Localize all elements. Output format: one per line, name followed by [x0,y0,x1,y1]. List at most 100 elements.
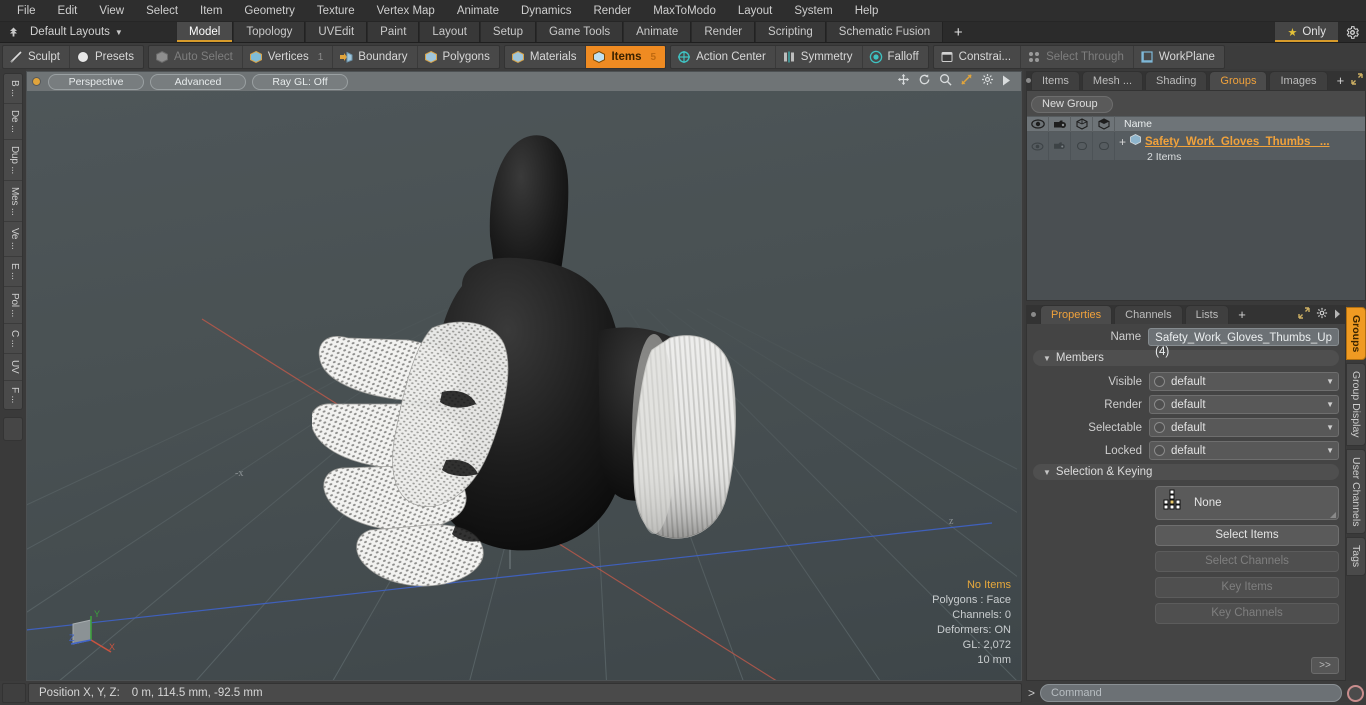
layout-tab-topology[interactable]: Topology [233,22,306,42]
only-toggle-button[interactable]: ★ Only [1274,22,1338,42]
menu-item-select[interactable]: Select [135,0,189,22]
left-rail-tab-curve[interactable]: C ... [4,324,22,355]
expand-icon[interactable] [1351,72,1363,90]
right-rail-tab-groups[interactable]: Groups [1346,307,1366,361]
layout-tab-model[interactable]: Model [176,22,234,42]
menu-item-system[interactable]: System [783,0,843,22]
panel-tab-groups[interactable]: Groups [1209,71,1268,90]
record-icon[interactable] [1347,684,1364,702]
add-panel-tab-button[interactable]: + [1330,71,1352,90]
members-section-header[interactable]: ▼ Members [1033,350,1339,366]
selection-set-field[interactable]: None [1155,486,1339,520]
viewport-view-mode-selector[interactable]: Perspective [48,73,144,90]
right-rail-tab-tags[interactable]: Tags [1346,537,1366,576]
tab-lists[interactable]: Lists [1184,305,1230,324]
gear-icon[interactable] [1316,306,1328,324]
name-input[interactable]: Safety_Work_Gloves_Thumbs_Up (4) [1148,328,1339,358]
workplane-button[interactable]: WorkPlane [1134,46,1224,68]
menu-item-dynamics[interactable]: Dynamics [510,0,582,22]
presets-button[interactable]: Presets [70,46,143,68]
left-rail-tab-deform[interactable]: De ... [4,104,22,140]
expand-icon[interactable] [1298,306,1310,324]
panel-tab-images[interactable]: Images [1269,71,1328,90]
zoom-icon[interactable] [939,73,952,91]
menu-item-geometry[interactable]: Geometry [233,0,306,22]
left-rail-tab-polygon[interactable]: Pol ... [4,287,22,324]
new-group-button[interactable]: New Group [1031,96,1113,113]
render-dropdown[interactable]: default ▼ [1149,395,1339,414]
gear-icon[interactable] [1338,22,1366,42]
panel-tab-items[interactable]: Items [1031,71,1080,90]
right-rail-tab-user-channels[interactable]: User Channels [1346,448,1366,535]
menu-item-render[interactable]: Render [582,0,642,22]
menu-item-texture[interactable]: Texture [306,0,366,22]
group-list-body[interactable]: + Safety_Work_Gloves_Thumbs_ ... 2 Items [1027,132,1365,300]
layout-tab-setup[interactable]: Setup [479,22,536,42]
command-input[interactable]: Command [1040,684,1342,702]
select-channels-button[interactable]: Select Channels [1155,551,1339,572]
action-center-button[interactable]: Action Center [671,46,776,68]
menu-item-vertex-map[interactable]: Vertex Map [366,0,446,22]
add-layout-tab-button[interactable]: + [943,22,974,42]
cube-outline-icon[interactable] [1071,116,1093,132]
row-visible-toggle[interactable] [1027,132,1049,160]
move-icon[interactable] [897,73,910,91]
left-rail-tab-fusion[interactable]: F ... [4,381,22,409]
viewport-shading-mode-selector[interactable]: Advanced [150,73,246,90]
viewport-raygl-toggle[interactable]: Ray GL: Off [252,73,348,90]
row-shade-toggle-1[interactable] [1071,132,1093,160]
row-expand-toggle[interactable]: + [1119,136,1126,148]
cube-filled-icon[interactable] [1093,116,1115,132]
row-render-toggle[interactable] [1049,132,1071,160]
add-properties-tab-button[interactable]: + [1231,305,1253,324]
menu-item-item[interactable]: Item [189,0,233,22]
layout-preset-selector[interactable]: Default Layouts ▼ [26,22,176,42]
resize-handle-icon[interactable] [1330,512,1336,518]
left-rail-tab-edge[interactable]: E ... [4,257,22,287]
rotate-icon[interactable] [918,73,931,91]
viewport-menu-dot-icon[interactable] [33,78,40,85]
layout-tab-layout[interactable]: Layout [419,22,480,42]
select-items-button[interactable]: Select Items [1155,525,1339,546]
menu-item-view[interactable]: View [88,0,135,22]
visible-dropdown[interactable]: default ▼ [1149,372,1339,391]
properties-menu-dot-icon[interactable] [1026,305,1040,324]
selectable-dropdown[interactable]: default ▼ [1149,418,1339,437]
tab-channels[interactable]: Channels [1114,305,1183,324]
render-camera-icon[interactable] [1049,116,1071,132]
menu-item-layout[interactable]: Layout [727,0,784,22]
layout-tab-scripting[interactable]: Scripting [755,22,826,42]
eye-icon[interactable] [1027,116,1049,132]
menu-item-edit[interactable]: Edit [47,0,89,22]
vertices-button[interactable]: Vertices 1 [243,46,334,68]
layout-tab-game-tools[interactable]: Game Tools [535,22,624,42]
viewport-3d[interactable]: -x z No Items Polygons: Face Channels: … [26,91,1022,681]
fit-icon[interactable] [960,73,973,91]
items-button[interactable]: Items 5 [586,46,666,68]
left-rail-tab-uv[interactable]: UV [4,354,22,381]
symmetry-button[interactable]: Symmetry [776,46,863,68]
menu-item-help[interactable]: Help [844,0,890,22]
constraint-button[interactable]: Constrai... [934,46,1022,68]
layout-tab-animate[interactable]: Animate [623,22,692,42]
layout-tab-schematic-fusion[interactable]: Schematic Fusion [825,22,944,42]
panel-tab-shading[interactable]: Shading [1145,71,1208,90]
left-rail-tab-duplicate[interactable]: Dup ... [4,140,22,181]
auto-select-button[interactable]: Auto Select [149,46,243,68]
play-icon[interactable] [1002,73,1011,91]
chevron-right-icon[interactable] [1334,306,1341,324]
materials-button[interactable]: Materials [505,46,587,68]
glove-3d-model[interactable] [310,116,742,616]
falloff-button[interactable]: Falloff [863,46,928,68]
key-items-button[interactable]: Key Items [1155,577,1339,598]
select-through-button[interactable]: Select Through [1021,46,1134,68]
table-row[interactable]: + Safety_Work_Gloves_Thumbs_ ... 2 Items [1027,132,1365,163]
left-rail-tab-vertex[interactable]: Ve ... [4,222,22,257]
panel-tab-mesh[interactable]: Mesh ... [1081,71,1144,90]
menu-item-file[interactable]: File [6,0,47,22]
layout-tab-paint[interactable]: Paint [367,22,420,42]
left-rail-extra-button[interactable] [3,416,23,441]
row-shade-toggle-2[interactable] [1093,132,1115,160]
locked-dropdown[interactable]: default ▼ [1149,441,1339,460]
home-tree-icon[interactable] [0,22,26,42]
